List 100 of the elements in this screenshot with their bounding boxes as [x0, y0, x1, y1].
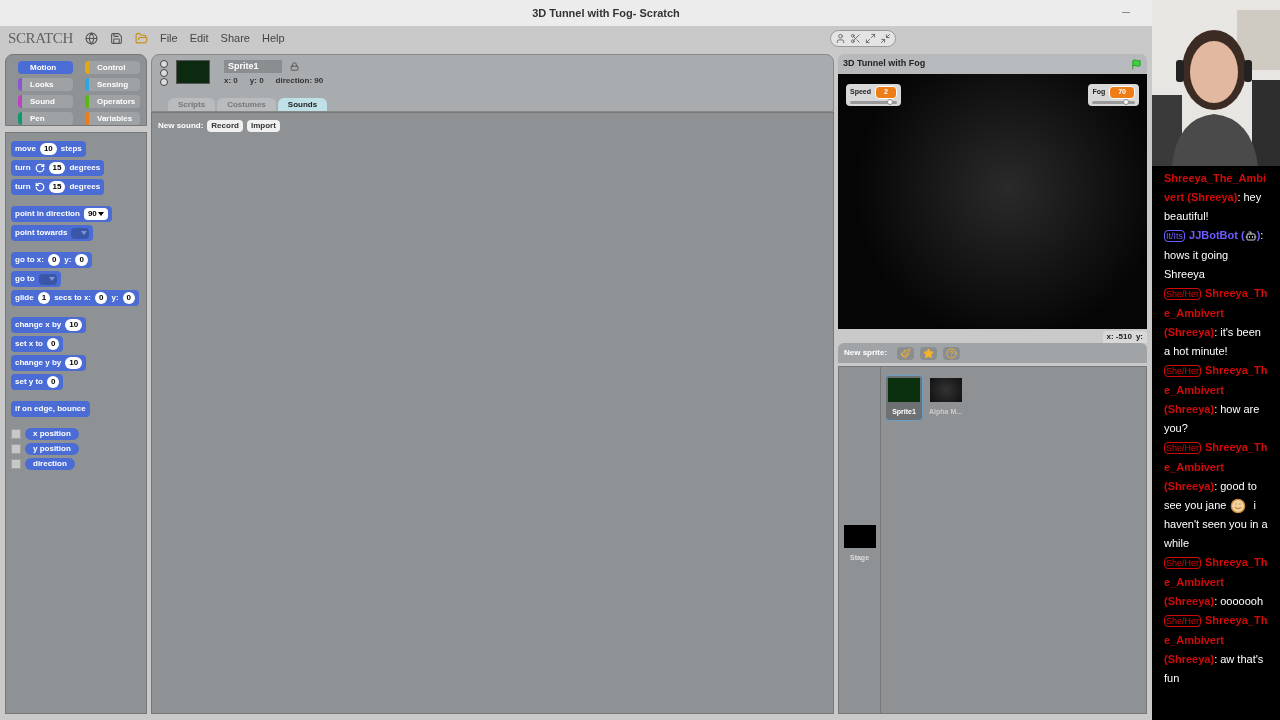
slider-track[interactable]: [850, 100, 897, 104]
block-label: turn: [15, 162, 31, 174]
paint-sprite-button[interactable]: [897, 346, 915, 360]
block-label: change y by: [15, 357, 62, 369]
rotation-all-button[interactable]: [160, 60, 168, 68]
rotation-none-button[interactable]: [160, 78, 168, 86]
block-label: glide: [15, 292, 34, 304]
direction-dropdown[interactable]: 90: [83, 208, 108, 220]
reporter-block[interactable]: y position: [25, 443, 79, 455]
menu-item[interactable]: File: [159, 29, 178, 47]
menu-item[interactable]: Edit: [189, 29, 209, 47]
slider-thumb[interactable]: [1123, 98, 1130, 105]
motion-block[interactable]: set y to 0: [11, 374, 64, 390]
block-label: point towards: [15, 227, 68, 239]
number-input[interactable]: 0: [47, 338, 60, 350]
number-input[interactable]: 10: [65, 357, 83, 369]
number-input[interactable]: 0: [95, 292, 108, 304]
block-label: set x to: [15, 338, 43, 350]
caret-icon: [97, 212, 104, 216]
sprite-direction: direction: 90: [275, 75, 324, 87]
caret-icon: [48, 277, 55, 281]
stage-thumbnail[interactable]: [843, 524, 876, 548]
menu-item[interactable]: Share: [220, 29, 250, 47]
rotate-clockwise-icon: [34, 163, 45, 173]
pronoun-badge: She/Her: [1164, 615, 1202, 627]
random-sprite-button[interactable]: [943, 346, 961, 360]
block-label: degrees: [69, 181, 101, 193]
block-label: direction: [33, 458, 67, 470]
block-label: y:: [64, 254, 72, 266]
folder-icon[interactable]: [134, 31, 148, 45]
chat-message: She/Her Shreeya_The_Ambivert (Shreeya): how are you?: [1164, 364, 1268, 434]
block-label: move: [15, 143, 36, 155]
sprite-dropdown[interactable]: [71, 227, 90, 239]
block-label: turn: [15, 181, 31, 193]
motion-block[interactable]: point in direction 90: [11, 206, 112, 222]
number-input[interactable]: 15: [48, 162, 66, 174]
motion-block[interactable]: go to: [11, 271, 61, 287]
flag-icon[interactable]: [1131, 58, 1142, 70]
rotate-counterclockwise-icon: [34, 182, 45, 192]
chat-message: Shreeya_The_Ambivert (Shreeya): hey beautiful!: [1164, 172, 1267, 222]
record-button[interactable]: Record: [207, 120, 243, 132]
import-button[interactable]: Import: [246, 120, 280, 132]
sprite-x: x: 0: [224, 75, 238, 87]
number-input[interactable]: 0: [47, 254, 61, 266]
block-label: point in direction: [15, 208, 80, 220]
motion-block[interactable]: change x by 10: [11, 317, 87, 333]
block-label: degrees: [69, 162, 101, 174]
block-label: steps: [60, 143, 82, 155]
block-label: change x by: [15, 319, 62, 331]
slider-track[interactable]: [1092, 100, 1135, 104]
checkbox[interactable]: [11, 444, 21, 454]
lock-icon[interactable]: [290, 62, 299, 71]
save-icon[interactable]: [109, 31, 123, 45]
chat-message: She/Her Shreeya_The_Ambivert (Shreeya): ooooooh: [1164, 556, 1268, 607]
pronoun-badge: She/Her: [1164, 288, 1202, 300]
caret-icon: [81, 231, 88, 235]
window-title: 3D Tunnel with Fog- Scratch: [532, 5, 680, 21]
editor-tab[interactable]: Sounds: [277, 98, 328, 111]
grow-icon[interactable]: [865, 32, 876, 44]
reporter-block[interactable]: direction: [25, 458, 75, 470]
motion-block[interactable]: change y by 10: [11, 355, 87, 371]
number-input[interactable]: 1: [37, 292, 51, 304]
scissors-icon[interactable]: [850, 32, 861, 44]
block-label: y:: [111, 292, 119, 304]
sprite-y: y: 0: [249, 75, 264, 87]
motion-block[interactable]: set x to 0: [11, 336, 64, 352]
menu-item[interactable]: Help: [261, 29, 285, 47]
motion-block[interactable]: go to x: 0 y: 0: [11, 252, 92, 268]
rotation-flip-button[interactable]: [160, 69, 168, 77]
checkbox[interactable]: [11, 429, 21, 439]
block-label: set y to: [15, 376, 43, 388]
number-input[interactable]: 10: [65, 319, 83, 331]
chat-message: It/Its JJBotBot ( ): hows it going Shreeya: [1164, 229, 1264, 280]
pronoun-badge: It/Its: [1164, 230, 1185, 242]
category-button[interactable]: Motion: [18, 61, 73, 74]
reporter-block[interactable]: x position: [25, 428, 79, 440]
pronoun-badge: She/Her: [1164, 442, 1202, 454]
number-input[interactable]: 0: [75, 254, 88, 266]
motion-block[interactable]: if on edge, bounce: [11, 401, 90, 417]
motion-block[interactable]: point towards: [11, 225, 94, 241]
sprite-dropdown[interactable]: [38, 273, 57, 285]
motion-block[interactable]: glide 1 secs to x: 0 y: 0: [11, 290, 140, 306]
checkbox[interactable]: [11, 459, 21, 469]
open-sprite-button[interactable]: [920, 346, 938, 360]
sprite-thumbnail: [929, 378, 962, 402]
block-label: if on edge, bounce: [15, 403, 86, 415]
block-label: x position: [33, 428, 71, 440]
block-label: secs to x:: [54, 292, 92, 304]
motion-block[interactable]: move 10 steps: [11, 141, 86, 157]
motion-block[interactable]: turn 15 degrees: [11, 179, 105, 195]
shrink-icon[interactable]: [880, 32, 891, 44]
number-input[interactable]: 10: [39, 143, 57, 155]
number-input[interactable]: 0: [47, 376, 60, 388]
motion-block[interactable]: turn 15 degrees: [11, 160, 105, 176]
new-sound-label: New sound:: [158, 120, 204, 132]
number-input[interactable]: 0: [122, 292, 136, 304]
number-input[interactable]: 15: [48, 181, 66, 193]
slider-thumb[interactable]: [886, 98, 893, 105]
scratch-logo: SCRATCH: [8, 28, 73, 48]
globe-icon[interactable]: [84, 31, 98, 45]
